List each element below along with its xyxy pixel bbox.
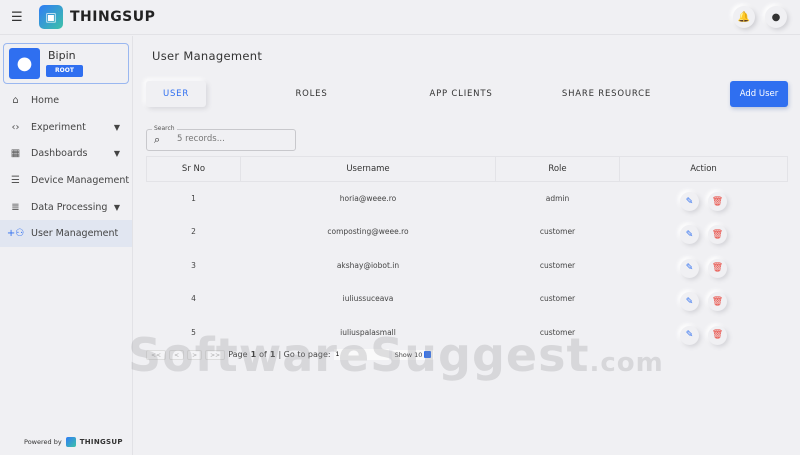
role: customer	[539, 227, 576, 237]
sidebar-item-data-processing[interactable]: ≣ Data Processing ▼	[0, 194, 132, 221]
col-role[interactable]: Role	[495, 156, 620, 182]
delete-icon[interactable]: 🗑	[708, 326, 727, 345]
role: admin	[545, 194, 570, 203]
sidebar-item-home[interactable]: ⌂ Home	[0, 87, 132, 114]
table-row: 2 composting@weee.ro customer ✎ 🗑	[147, 215, 788, 249]
select-arrow-icon	[424, 351, 432, 358]
sidebar-item-experiment[interactable]: ‹› Experiment ▼	[0, 114, 132, 141]
edit-icon[interactable]: ✎	[680, 259, 699, 278]
powered-by-label: Powered by	[24, 438, 62, 446]
username: horia@weee.ro	[339, 194, 397, 203]
sidebar-item-label: User Management	[31, 228, 119, 240]
powered-by: Powered by THINGSUP	[24, 437, 123, 447]
powered-brand: THINGSUP	[79, 438, 123, 446]
page-size-select[interactable]: Show 10	[391, 349, 435, 360]
search-label: Search	[152, 125, 177, 132]
table-row: 4 iuliussuceava customer ✎ 🗑	[147, 282, 788, 316]
of-label: of	[259, 350, 267, 359]
edit-icon[interactable]: ✎	[680, 192, 699, 211]
user-card[interactable]: ● Bipin ROOT	[3, 43, 129, 84]
role: customer	[539, 294, 576, 304]
total-pages: 1	[269, 350, 276, 359]
thingsup-logo: ▣	[39, 5, 63, 29]
page-title: User Management	[152, 49, 263, 63]
first-page-button[interactable]: <<	[146, 349, 167, 360]
username: iuliuspalasmall	[340, 327, 396, 337]
edit-icon[interactable]: ✎	[680, 225, 699, 244]
search-field[interactable]: Search ⌕	[146, 125, 296, 151]
nav-icon: ⌂	[12, 94, 19, 106]
delete-icon[interactable]: 🗑	[708, 259, 727, 278]
sr-no: 2	[191, 227, 196, 237]
nav-icon: ▦	[10, 148, 21, 160]
edit-icon[interactable]: ✎	[680, 292, 699, 311]
role: customer	[539, 327, 576, 337]
sr-no: 1	[191, 194, 196, 203]
username: composting@weee.ro	[327, 227, 409, 237]
nav-icon: ☰	[11, 174, 20, 186]
nav-icon: +⚇	[6, 228, 25, 240]
edit-icon[interactable]: ✎	[680, 326, 699, 345]
thingsup-logo-small	[65, 437, 76, 447]
main-content: User Management USER ROLES APP CLIENTS S…	[134, 36, 800, 455]
username: akshay@iobot.in	[336, 260, 400, 270]
chevron-down-icon[interactable]: ▼	[114, 123, 120, 132]
goto-page-input[interactable]	[333, 349, 389, 360]
current-page: 1	[250, 350, 257, 359]
chevron-down-icon[interactable]: ▼	[114, 149, 120, 158]
col-sr-no[interactable]: Sr No	[146, 156, 241, 182]
avatar: ●	[9, 48, 40, 79]
page-size-value: Show 10	[394, 350, 423, 359]
pagination: << < > >> Page 1 of 1 | Go to page: Show…	[146, 349, 435, 360]
goto-label: | Go to page:	[278, 350, 331, 359]
role-badge: ROOT	[46, 65, 83, 77]
menu-icon[interactable]: ☰	[11, 10, 23, 25]
sidebar-item-label: Data Processing	[31, 201, 108, 213]
chevron-down-icon[interactable]: ▼	[114, 203, 120, 212]
add-user-button[interactable]: Add User	[730, 81, 788, 107]
sidebar-item-label: Home	[31, 94, 60, 106]
sidebar-item-user-management[interactable]: +⚇ User Management	[0, 220, 132, 248]
sr-no: 5	[191, 327, 196, 337]
brand-name: THINGSUP	[70, 9, 156, 25]
users-table: Sr No Username Role Action 1 horia@weee.r…	[146, 156, 788, 349]
next-page-button[interactable]: >	[187, 349, 203, 360]
search-input[interactable]	[177, 134, 287, 144]
sidebar-item-label: Device Management	[31, 174, 130, 186]
delete-icon[interactable]: 🗑	[708, 292, 727, 311]
tab-app-clients[interactable]: APP CLIENTS	[416, 81, 506, 107]
bell-icon[interactable]: 🔔	[733, 6, 755, 28]
top-bar: ☰ ▣ THINGSUP 🔔 ●	[0, 0, 800, 35]
user-name: Bipin	[48, 49, 76, 62]
tab-roles[interactable]: ROLES	[279, 81, 344, 107]
sidebar-item-dashboards[interactable]: ▦ Dashboards ▼	[0, 140, 132, 167]
search-icon: ⌕	[154, 133, 161, 146]
last-page-button[interactable]: >>	[205, 349, 226, 360]
sidebar-item-device-management[interactable]: ☰ Device Management	[0, 167, 132, 194]
col-username[interactable]: Username	[240, 156, 496, 182]
delete-icon[interactable]: 🗑	[708, 192, 727, 211]
tab-share-resource[interactable]: SHARE RESOURCE	[554, 81, 659, 107]
prev-page-button[interactable]: <	[169, 349, 185, 360]
sidebar-item-label: Dashboards	[31, 148, 88, 160]
table-row: 5 iuliuspalasmall customer ✎ 🗑	[147, 316, 788, 350]
sidebar: ● Bipin ROOT ⌂ Home ‹› Experiment ▼ ▦ Dashboar…	[0, 36, 133, 455]
sr-no: 4	[191, 294, 196, 304]
username: iuliussuceava	[342, 294, 394, 304]
delete-icon[interactable]: 🗑	[708, 225, 727, 244]
role: customer	[539, 260, 576, 270]
table-row: 1 horia@weee.ro admin ✎ 🗑	[147, 182, 788, 216]
page-label: Page	[228, 350, 248, 359]
table-row: 3 akshay@iobot.in customer ✎ 🗑	[147, 249, 788, 283]
person-icon[interactable]: ●	[765, 6, 787, 28]
nav-icon: ≣	[11, 201, 20, 213]
col-action: Action	[619, 156, 788, 182]
nav-icon: ‹›	[11, 121, 20, 133]
sidebar-item-label: Experiment	[31, 121, 86, 133]
sr-no: 3	[191, 260, 196, 270]
tab-user[interactable]: USER	[146, 81, 206, 107]
